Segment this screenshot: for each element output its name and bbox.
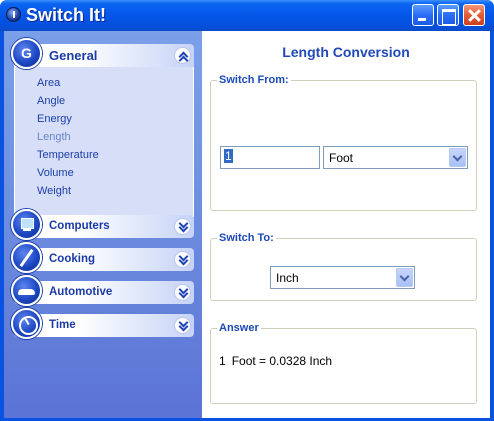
sidebar-item-temperature[interactable]: Temperature <box>15 146 193 164</box>
car-icon <box>11 275 42 306</box>
amount-input[interactable]: 1 <box>220 146 320 169</box>
group-computers-header[interactable]: Computers <box>11 209 194 240</box>
group-computers: Computers <box>11 209 194 240</box>
close-button[interactable] <box>463 4 485 26</box>
from-unit-value: Foot <box>329 151 354 165</box>
amount-value: 1 <box>224 149 233 163</box>
answer-result: Foot = 0.0328 Inch <box>231 354 333 368</box>
group-general-header[interactable]: G General <box>11 38 194 69</box>
dropdown-arrow-icon[interactable] <box>449 148 466 167</box>
group-automotive-header[interactable]: Automotive <box>11 275 194 306</box>
group-general: G General Area Angle Energy Length Tempe… <box>11 38 194 217</box>
to-unit-select[interactable]: Inch <box>270 266 415 289</box>
sidebar-item-weight[interactable]: Weight <box>15 182 193 200</box>
collapse-chevron-icon[interactable] <box>174 47 191 64</box>
clock-icon <box>11 308 42 339</box>
category-sidebar: G General Area Angle Energy Length Tempe… <box>4 31 202 418</box>
expand-chevron-icon[interactable] <box>174 218 191 235</box>
group-cooking: Cooking <box>11 242 194 273</box>
switch-from-group: Switch From: 1 Foot <box>210 74 477 211</box>
group-cooking-header[interactable]: Cooking <box>11 242 194 273</box>
app-icon[interactable] <box>6 7 21 22</box>
answer-group: Answer 1 Foot = 0.0328 Inch <box>210 322 477 404</box>
dropdown-arrow-icon[interactable] <box>396 268 413 287</box>
group-automotive: Automotive <box>11 275 194 306</box>
computer-icon <box>11 209 42 240</box>
app-window: Switch It! G General Area Angle Energy L… <box>0 0 494 421</box>
expand-chevron-icon[interactable] <box>174 317 191 334</box>
answer-quantity: 1 <box>219 354 226 368</box>
group-time-header[interactable]: Time <box>11 308 194 339</box>
window-title: Switch It! <box>26 5 106 25</box>
answer-text: 1 Foot = 0.0328 Inch <box>219 354 338 368</box>
answer-legend: Answer <box>219 322 259 334</box>
sidebar-item-angle[interactable]: Angle <box>15 92 193 110</box>
to-unit-value: Inch <box>276 271 299 285</box>
title-bar[interactable]: Switch It! <box>0 0 494 31</box>
minimize-button[interactable] <box>412 4 434 26</box>
sidebar-item-length[interactable]: Length <box>15 128 193 146</box>
sidebar-item-energy[interactable]: Energy <box>15 110 193 128</box>
sidebar-item-volume[interactable]: Volume <box>15 164 193 182</box>
group-time: Time <box>11 308 194 339</box>
group-time-title: Time <box>49 319 76 331</box>
switch-to-group: Switch To: Inch <box>210 232 477 301</box>
expand-chevron-icon[interactable] <box>174 284 191 301</box>
from-unit-select[interactable]: Foot <box>323 146 468 169</box>
cooking-icon <box>11 242 42 273</box>
expand-chevron-icon[interactable] <box>174 251 191 268</box>
group-general-items: Area Angle Energy Length Temperature Vol… <box>14 67 194 217</box>
switch-to-legend: Switch To: <box>219 232 274 244</box>
sidebar-item-area[interactable]: Area <box>15 74 193 92</box>
group-cooking-title: Cooking <box>49 253 95 265</box>
page-title: Length Conversion <box>282 44 410 60</box>
g-letter-icon: G <box>11 38 42 69</box>
maximize-button[interactable] <box>437 4 459 26</box>
group-automotive-title: Automotive <box>49 286 113 298</box>
group-computers-title: Computers <box>49 220 110 232</box>
group-general-title: General <box>49 48 98 63</box>
switch-from-legend: Switch From: <box>219 74 289 86</box>
conversion-panel: Length Conversion Switch From: 1 Foot Sw… <box>202 31 490 418</box>
